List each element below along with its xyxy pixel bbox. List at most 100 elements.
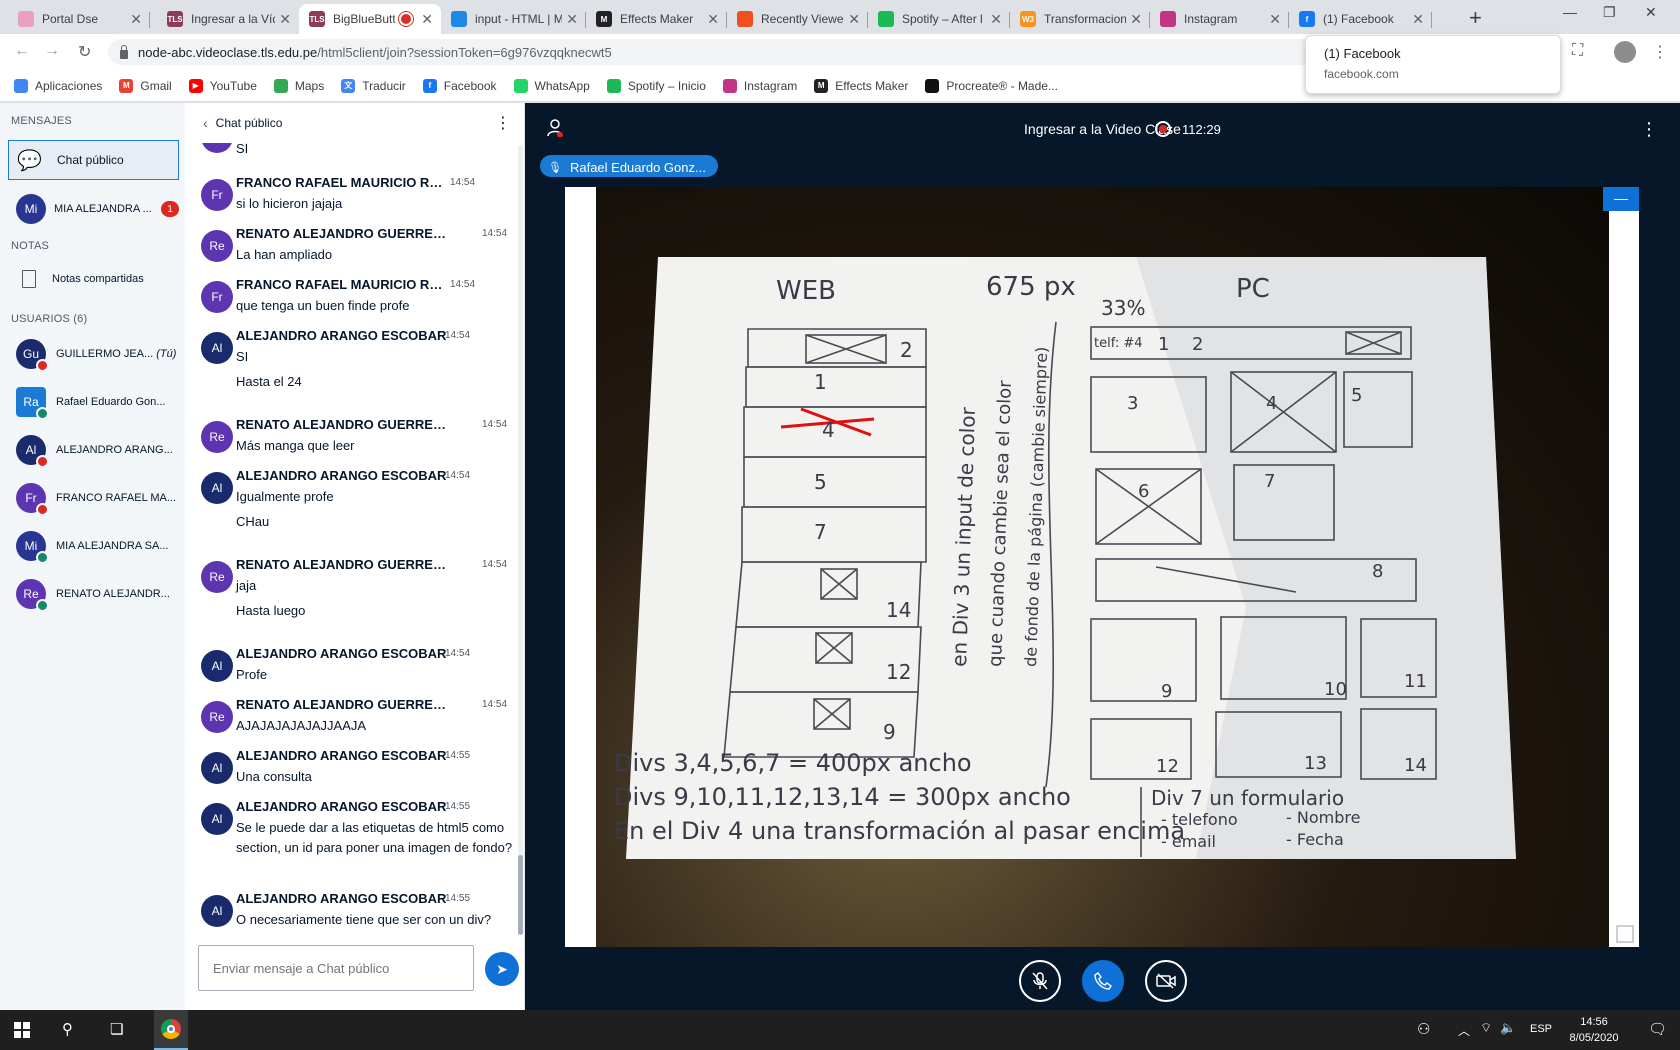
profile-avatar[interactable]: [1614, 41, 1636, 63]
bookmark-item[interactable]: M Gmail: [119, 78, 172, 93]
user-list-item[interactable]: Ra Rafael Eduardo Gon...: [8, 382, 179, 422]
leave-audio-button[interactable]: [1082, 960, 1124, 1002]
screenshot-icon[interactable]: ⛶: [1572, 42, 1583, 60]
minimize-presentation-button[interactable]: —: [1603, 187, 1639, 211]
avatar-initials: Re: [209, 430, 225, 444]
close-tab-icon[interactable]: ✕: [279, 11, 291, 28]
windows-start-icon[interactable]: [14, 1022, 30, 1038]
menu-icon[interactable]: ⋮: [1652, 42, 1668, 62]
task-view-icon[interactable]: ❏: [110, 1020, 123, 1038]
forward-icon[interactable]: →: [44, 42, 60, 60]
back-icon[interactable]: ←: [14, 42, 30, 60]
clock-time: 14:56: [1580, 1016, 1608, 1028]
user-list-item[interactable]: Gu GUILLERMO JEA... (Tú): [8, 334, 179, 374]
sketch-pc-number: 11: [1404, 671, 1427, 692]
user-list-item[interactable]: Mi MIA ALEJANDRA SA...: [8, 526, 179, 566]
share-webcam-button[interactable]: [1145, 960, 1187, 1002]
close-tab-icon[interactable]: ✕: [1269, 11, 1281, 28]
avatar-initials: Ra: [23, 395, 39, 409]
send-icon: ➤: [496, 960, 508, 977]
bookmark-item[interactable]: WhatsApp: [513, 78, 590, 93]
recording-indicator[interactable]: 112:29: [1155, 121, 1221, 137]
user-list-item[interactable]: Al ALEJANDRO ARANG...: [8, 430, 179, 470]
close-tab-icon[interactable]: ✕: [130, 11, 142, 28]
chrome-taskbar-button[interactable]: [154, 1010, 188, 1050]
options-icon[interactable]: ⋮: [1640, 119, 1658, 140]
search-icon[interactable]: ⚲: [62, 1020, 73, 1038]
language-indicator[interactable]: ESP: [1530, 1023, 1552, 1035]
sketch-bottom-line-1: Divs 3,4,5,6,7 = 400px ancho: [614, 749, 972, 777]
close-tab-icon[interactable]: ✕: [421, 11, 433, 28]
close-tab-icon[interactable]: ✕: [990, 11, 1002, 28]
sketch-web-number: 2: [900, 338, 913, 362]
browser-tab[interactable]: f (1) Facebook ✕: [1289, 4, 1432, 34]
send-message-button[interactable]: ➤: [485, 952, 519, 986]
browser-tab[interactable]: Instagram ✕: [1150, 4, 1289, 34]
bookmark-item[interactable]: f Facebook: [422, 78, 497, 93]
tab-title: (1) Facebook: [1323, 12, 1394, 26]
sketch-web-number: 14: [886, 598, 911, 622]
fullscreen-icon[interactable]: [1616, 925, 1634, 943]
browser-tab[interactable]: input - HTML | M ✕: [441, 4, 586, 34]
chat-message-input[interactable]: [198, 945, 474, 991]
close-tab-icon[interactable]: ✕: [848, 11, 860, 28]
chat-title[interactable]: Chat público: [216, 116, 283, 130]
new-tab-button[interactable]: +: [1469, 5, 1482, 31]
private-chat-item[interactable]: Mi MIA ALEJANDRA ... 1: [8, 189, 179, 229]
bookmark-item[interactable]: Maps: [273, 78, 324, 93]
user-list-item[interactable]: Re RENATO ALEJANDR...: [8, 574, 179, 614]
message-text: Se le puede dar a las etiquetas de html5…: [236, 820, 513, 855]
reload-icon[interactable]: ↻: [78, 42, 91, 62]
close-tab-icon[interactable]: ✕: [566, 11, 578, 28]
volume-icon[interactable]: 🔈: [1500, 1020, 1516, 1036]
browser-tab[interactable]: Recently Viewed ✕: [727, 4, 868, 34]
bookmark-item[interactable]: Aplicaciones: [14, 78, 102, 93]
close-tab-icon[interactable]: ✕: [1412, 11, 1424, 28]
bookmark-icon: M: [814, 78, 829, 93]
audio-status-icon: [36, 359, 49, 372]
recording-time: 112:29: [1182, 121, 1221, 137]
browser-tab[interactable]: Spotify – After l ✕: [868, 4, 1010, 34]
bookmark-item[interactable]: Spotify – Inicio: [606, 78, 706, 93]
notifications-icon[interactable]: 🗨: [1648, 1020, 1667, 1038]
close-tab-icon[interactable]: ✕: [707, 11, 719, 28]
chat-options-icon[interactable]: ⋮: [495, 113, 511, 133]
browser-tab[interactable]: TLS Ingresar a la Víd ✕: [157, 4, 299, 34]
message-text: Una consulta: [236, 769, 312, 784]
bookmark-item[interactable]: Instagram: [722, 78, 797, 93]
microphone-icon: 🎙: [548, 161, 562, 174]
scrollbar-thumb[interactable]: [518, 855, 523, 935]
avatar-initials: Al: [211, 812, 223, 826]
bookmark-item[interactable]: M Effects Maker: [814, 78, 908, 93]
avatar: Fr: [201, 281, 233, 313]
mute-button[interactable]: [1019, 960, 1061, 1002]
address-bar[interactable]: node-abc.videoclase.tls.edu.pe/html5clie…: [108, 39, 1398, 65]
bookmark-item[interactable]: 文 Traducir: [341, 78, 406, 93]
maximize-window-button[interactable]: ❐: [1603, 4, 1616, 21]
chevron-left-icon[interactable]: ‹: [203, 115, 208, 131]
minimize-window-button[interactable]: —: [1563, 4, 1577, 20]
bookmark-label: Spotify – Inicio: [627, 78, 706, 93]
sketch-pc-number: 13: [1304, 753, 1327, 774]
sketch-form-line-3: - email: [1161, 832, 1216, 851]
chevron-up-icon[interactable]: ︿: [1458, 1022, 1470, 1039]
bookmark-item[interactable]: ▶ YouTube: [188, 78, 257, 93]
network-icon[interactable]: ⌔: [1480, 1020, 1492, 1036]
public-chat-item[interactable]: 💬 Chat público: [8, 140, 179, 180]
user-list-item[interactable]: Fr FRANCO RAFAEL MA...: [8, 478, 179, 518]
taskbar-clock[interactable]: 14:56 8/05/2020: [1560, 1014, 1628, 1046]
browser-tab-active[interactable]: TLS BigBlueButt ✕: [299, 4, 441, 34]
message-text: AJAJAJAJAJAJJAAJA: [236, 718, 367, 733]
close-window-button[interactable]: ✕: [1645, 4, 1657, 21]
browser-tab[interactable]: Portal Dse ✕: [8, 4, 150, 34]
bookmark-item[interactable]: Procreate® - Made...: [925, 78, 1058, 93]
sketch-pc-number: 3: [1127, 393, 1138, 414]
close-tab-icon[interactable]: ✕: [1130, 11, 1142, 28]
tab-title: Recently Viewed: [761, 12, 845, 26]
browser-tab[interactable]: W3 Transformacion ✕: [1010, 4, 1150, 34]
browser-tab[interactable]: M Effects Maker ✕: [586, 4, 727, 34]
people-icon[interactable]: ⚇: [1417, 1020, 1430, 1038]
private-chat-name: MIA ALEJANDRA ...: [54, 203, 152, 215]
shared-notes-item[interactable]: Notas compartidas: [8, 259, 179, 299]
chat-scrollbar[interactable]: [518, 145, 523, 935]
